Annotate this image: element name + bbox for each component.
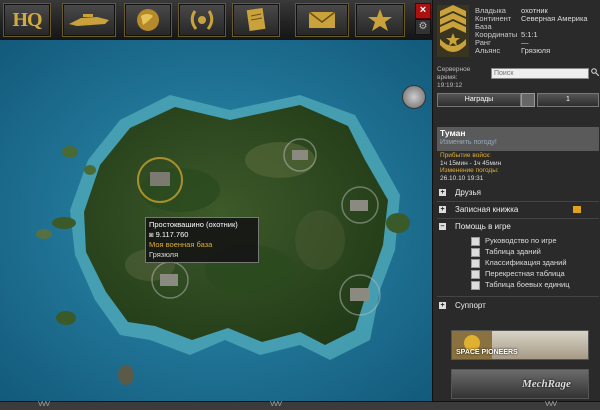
menu-label: Суппорт [455,301,486,310]
menu-notebook[interactable]: + Записная книжка [433,203,600,217]
ranking-button[interactable] [355,3,405,37]
report-icon [246,7,266,32]
help-item[interactable]: Руководство по игре [459,236,600,246]
search-input[interactable] [491,68,589,79]
side-panel: Владыка охотник Континент Северная Америка… [432,0,600,401]
divider [437,218,599,219]
bottom-arrow[interactable]: VVV [545,401,557,408]
ad-banner-space-pioneers[interactable]: SPACE PIONEERS [451,330,589,360]
expand-icon: + [439,189,446,196]
menu-help[interactable]: – Помощь в игре [433,220,600,234]
weather-change-value: 26.10.10 19:31 [440,174,484,182]
divider [437,201,599,202]
server-time-label: Серверное время: [437,66,471,81]
awards-button[interactable]: Награды [437,93,521,107]
expand-icon: + [439,206,446,213]
change-weather-link[interactable]: Изменить погоду! [440,138,596,147]
hq-button[interactable]: HQ [3,3,51,37]
doc-icon [471,270,480,279]
search-icon[interactable] [591,68,599,76]
weather-title: Туман [440,128,466,138]
banner-text: SPACE PIONEERS [456,349,518,356]
weather-details: Прибытие войск: 1ч 15мин - 1ч 45мин Изме… [437,151,599,183]
arrival-value: 1ч 15мин - 1ч 45мин [440,159,502,167]
globe-button[interactable] [124,3,172,37]
awards-count[interactable]: 1 [537,93,599,107]
reports-button[interactable] [232,3,280,37]
doc-icon [471,259,480,268]
close-button[interactable]: × [415,3,431,19]
bottom-arrow[interactable]: VVV [270,401,282,408]
server-time-value: 19:19:12 [437,82,463,89]
menu-label: Помощь в игре [455,222,511,231]
collapse-icon: – [439,223,446,230]
tooltip-title: Простоквашино (охотник) [149,220,238,229]
note-icon[interactable] [573,206,581,213]
mail-button[interactable] [295,3,349,37]
rank-insignia-icon [437,5,469,57]
mail-icon [308,11,336,28]
settings-button[interactable]: ⚙ [415,19,431,35]
menu-friends[interactable]: + Друзья [433,186,600,200]
weather-box: Туман Изменить погоду! Прибытие войск: 1… [437,127,599,183]
banner-text: MechRage [522,378,571,390]
units-icon [69,14,109,26]
divider [437,296,599,297]
tooltip-alliance: Грязюля [149,250,179,259]
globe-icon [137,9,159,31]
ad-banner-mechrage[interactable]: MechRage [451,369,589,399]
units-button[interactable] [62,3,116,37]
help-item[interactable]: Перекрестная таблица [459,269,600,279]
weather-change-label: Изменение погоды: [440,167,499,174]
tooltip-coins: 9.117.760 [155,230,189,239]
expand-icon: + [439,302,446,309]
base-tooltip: Простоквашино (охотник) ◙ 9.117.760 Моя … [145,217,259,263]
profile-row: Координаты 5:1:1 [475,30,538,39]
doc-icon [471,281,480,290]
laurel-icon [190,10,214,30]
doc-icon [471,237,480,246]
doc-icon [471,248,480,257]
menu-support[interactable]: + Суппорт [433,299,600,313]
profile-info: Владыка охотник Континент Северная Америка… [475,7,588,55]
arrival-label: Прибытие войск: [440,152,491,159]
help-item[interactable]: Таблица зданий [459,247,600,257]
coin-icon: ◙ [149,230,156,239]
medal-icon[interactable] [521,93,535,107]
menu-label: Записная книжка [455,205,519,214]
bottom-arrow[interactable]: VVV [38,401,50,408]
star-icon [368,9,392,31]
menu-label: Друзья [455,188,481,197]
help-item[interactable]: Классификация зданий [459,258,600,268]
zoom-icon[interactable] [402,85,426,109]
top-toolbar: HQ × ⚙ [0,0,432,41]
world-map[interactable]: Простоквашино (охотник) ◙ 9.117.760 Моя … [0,40,432,401]
weather-header: Туман Изменить погоду! [437,127,599,151]
alliance-button[interactable] [178,3,226,37]
profile-row: Альянс Грязюля [475,46,551,55]
tooltip-base-label: Моя военная база [149,240,213,249]
server-time: Серверное время: 19:19:12 [437,66,487,90]
help-item[interactable]: Таблица боевых единиц [459,280,600,290]
